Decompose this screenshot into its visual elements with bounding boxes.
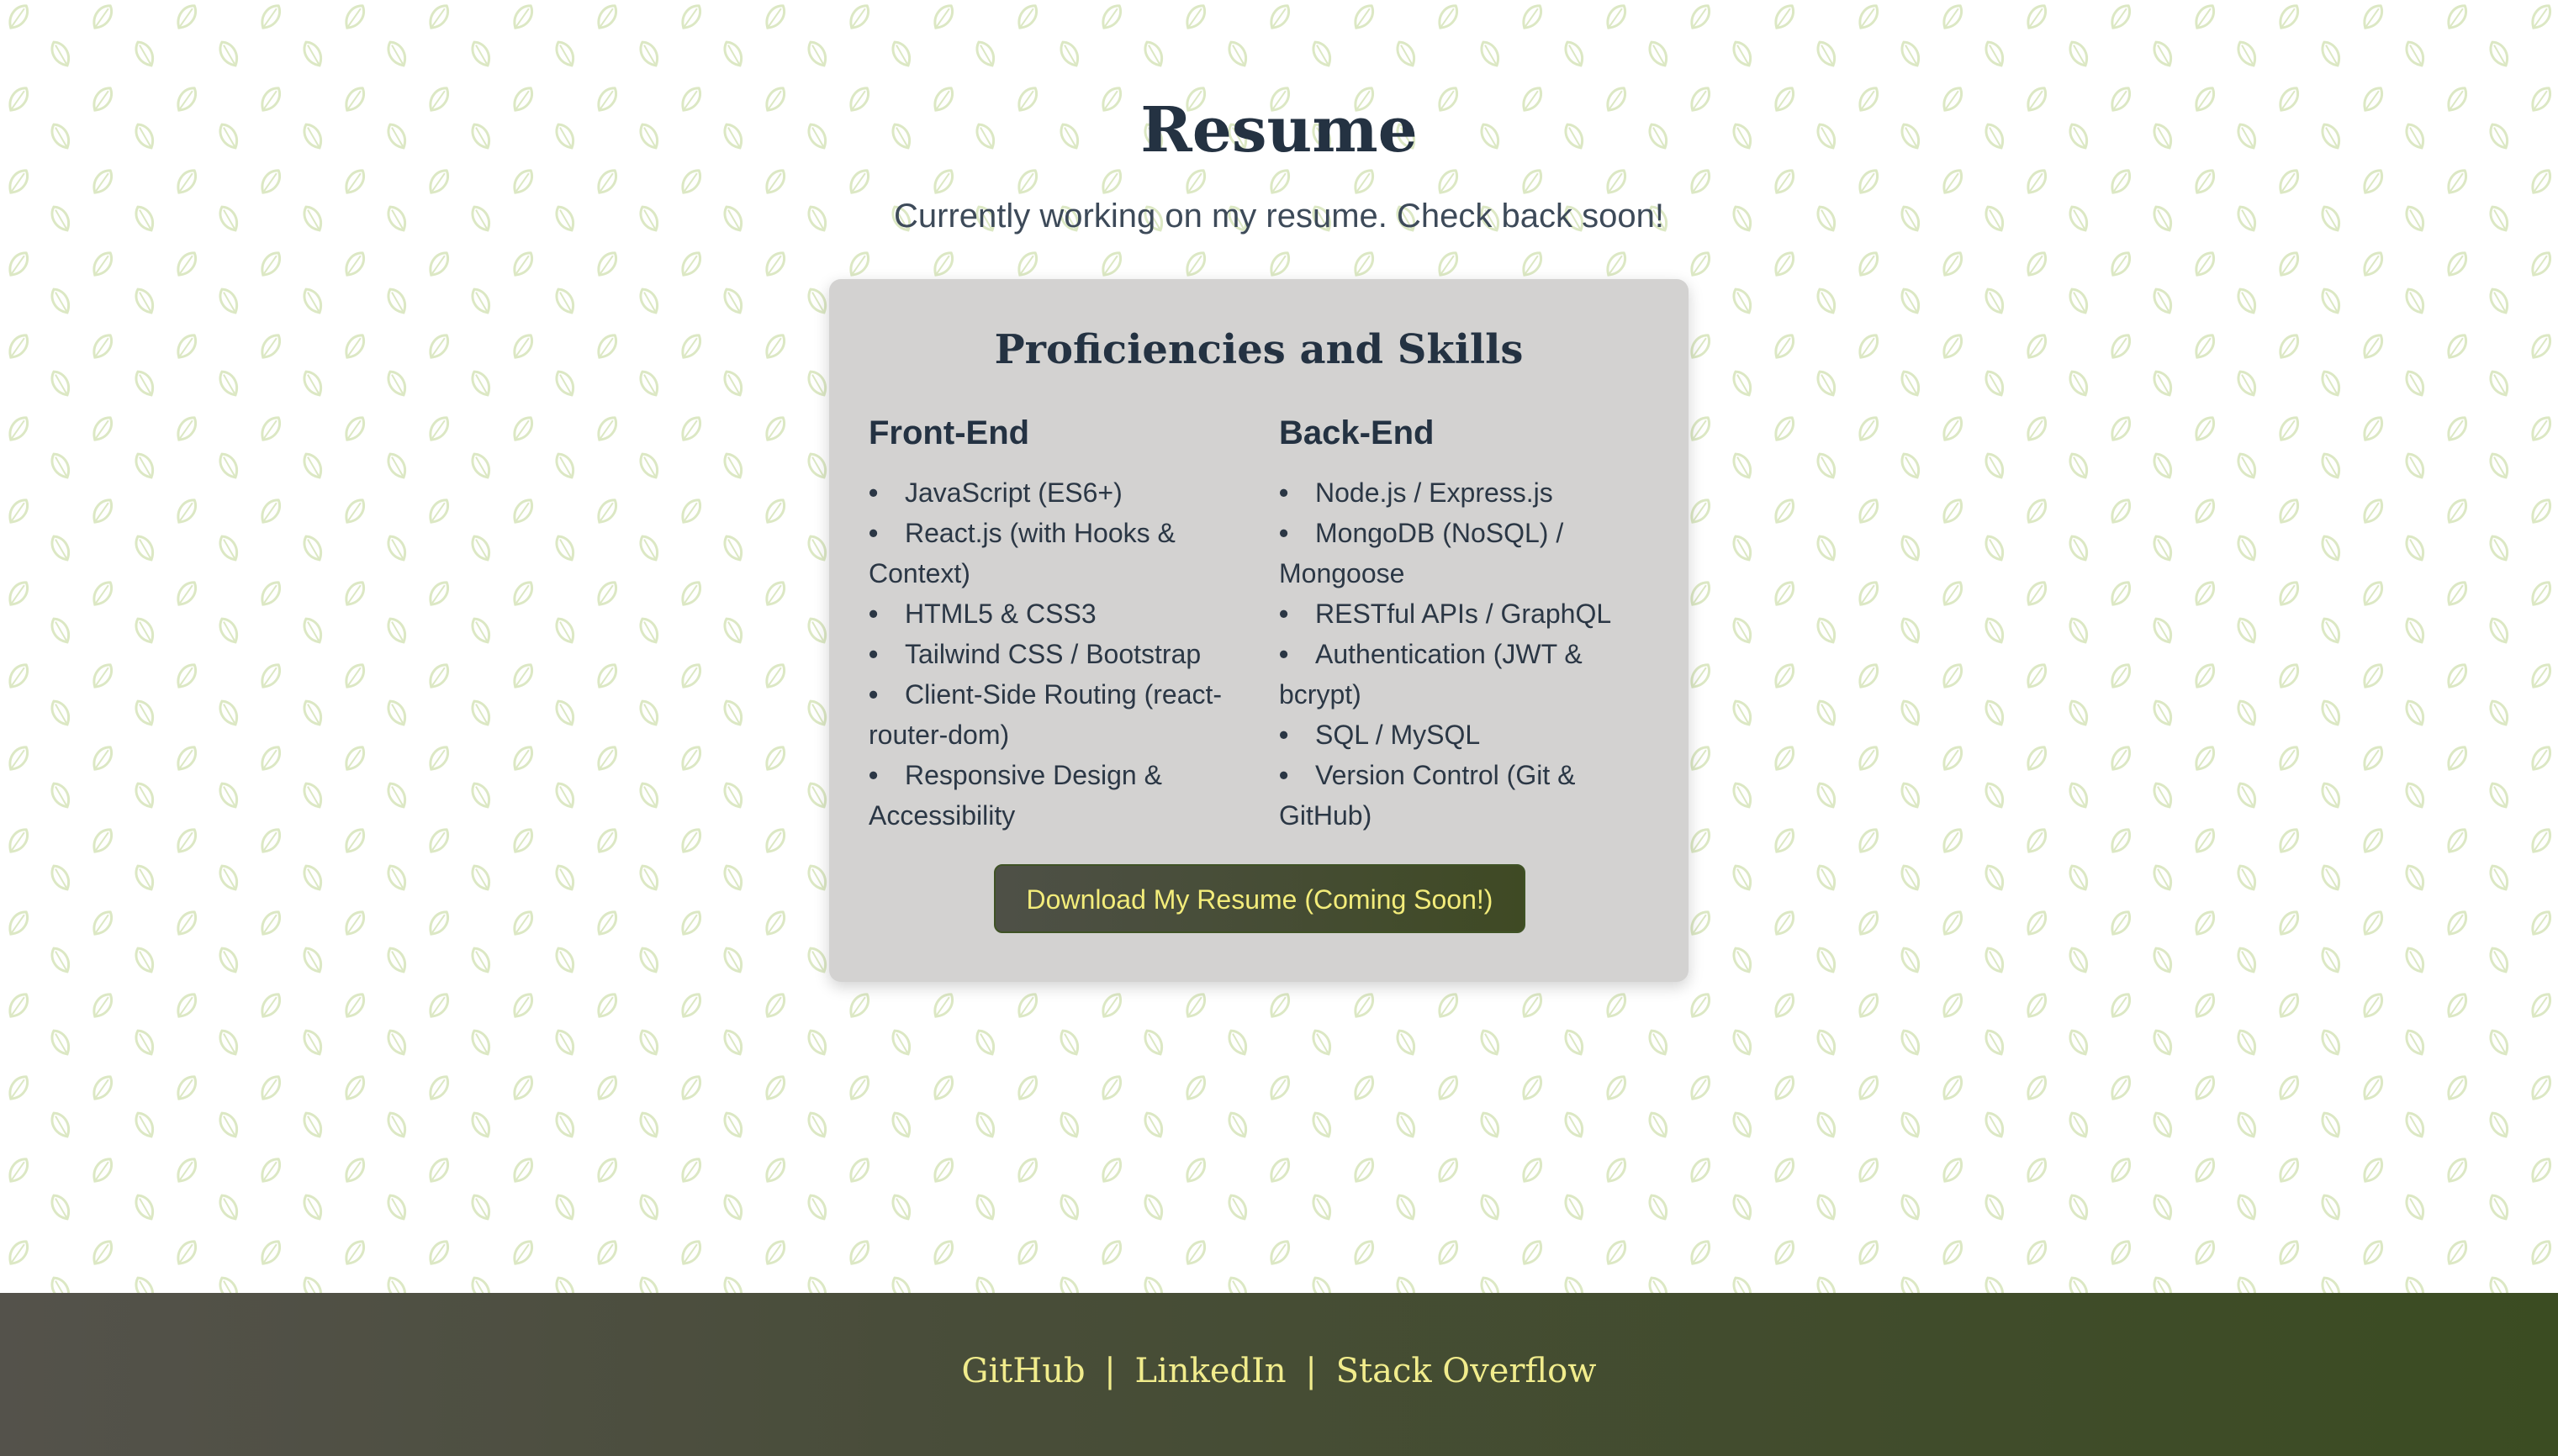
bullet-icon: • (869, 518, 879, 548)
footer: GitHub | LinkedIn | Stack Overflow (0, 1293, 2558, 1456)
skills-card: Proficiencies and Skills Front-End • Java… (829, 279, 1689, 982)
list-item: • MongoDB (NoSQL) / Mongoose (1279, 513, 1649, 593)
skill-text: Version Control (Git & GitHub) (1279, 760, 1576, 831)
list-item: • Responsive Design & Accessibility (869, 755, 1247, 836)
bullet-icon: • (869, 760, 879, 790)
front-end-heading: Front-End (869, 414, 1030, 451)
front-end-skill-list: • JavaScript (ES6+) • React.js (with Hooks… (869, 472, 1247, 836)
skill-text: SQL / MySQL (1315, 720, 1481, 750)
page-title: Resume (1140, 94, 1418, 166)
back-end-heading: Back-End (1279, 414, 1435, 451)
skills-card-title: Proficiencies and Skills (994, 326, 1524, 373)
bullet-icon: • (869, 477, 879, 508)
skill-text: RESTful APIs / GraphQL (1315, 599, 1612, 629)
list-item: • Client-Side Routing (react-router-dom) (869, 674, 1247, 755)
footer-separator: | (1104, 1352, 1116, 1390)
footer-separator: | (1305, 1352, 1317, 1390)
list-item: • HTML5 & CSS3 (869, 593, 1247, 634)
bullet-icon: • (1279, 477, 1289, 508)
bullet-icon: • (1279, 720, 1289, 750)
list-item: • Authentication (JWT & bcrypt) (1279, 634, 1649, 715)
list-item: • Node.js / Express.js (1279, 472, 1649, 513)
linkedin-link[interactable]: LinkedIn (1135, 1352, 1287, 1390)
download-resume-button[interactable]: Download My Resume (Coming Soon!) (994, 864, 1525, 933)
main-content: Resume Currently working on my resume. C… (0, 0, 2558, 1293)
skill-text: Node.js / Express.js (1315, 477, 1553, 508)
bullet-icon: • (869, 639, 879, 669)
list-item: • Tailwind CSS / Bootstrap (869, 634, 1247, 674)
skill-text: MongoDB (NoSQL) / Mongoose (1279, 518, 1564, 588)
list-item: • React.js (with Hooks & Context) (869, 513, 1247, 593)
bullet-icon: • (1279, 599, 1289, 629)
skill-text: Responsive Design & Accessibility (869, 760, 1162, 831)
bullet-icon: • (1279, 518, 1289, 548)
bullet-icon: • (869, 679, 879, 710)
skill-text: Tailwind CSS / Bootstrap (905, 639, 1202, 669)
github-link[interactable]: GitHub (962, 1352, 1086, 1390)
bullet-icon: • (1279, 639, 1289, 669)
page-subtitle: Currently working on my resume. Check ba… (894, 198, 1664, 235)
bullet-icon: • (869, 599, 879, 629)
skill-text: React.js (with Hooks & Context) (869, 518, 1176, 588)
back-end-skill-list: • Node.js / Express.js • MongoDB (NoSQL) /… (1279, 472, 1649, 836)
skill-text: JavaScript (ES6+) (905, 477, 1123, 508)
back-end-column: Back-End • Node.js / Express.js • MongoDB … (1279, 398, 1649, 836)
skill-text: Client-Side Routing (react-router-dom) (869, 679, 1223, 750)
front-end-column: Front-End • JavaScript (ES6+) • React.js (… (869, 398, 1247, 836)
stack-overflow-link[interactable]: Stack Overflow (1336, 1352, 1597, 1390)
skill-text: Authentication (JWT & bcrypt) (1279, 639, 1583, 710)
bullet-icon: • (1279, 760, 1289, 790)
list-item: • RESTful APIs / GraphQL (1279, 593, 1649, 634)
list-item: • Version Control (Git & GitHub) (1279, 755, 1649, 836)
skill-text: HTML5 & CSS3 (905, 599, 1097, 629)
list-item: • SQL / MySQL (1279, 715, 1649, 755)
footer-links: GitHub | LinkedIn | Stack Overflow (0, 1342, 2558, 1401)
list-item: • JavaScript (ES6+) (869, 472, 1247, 513)
